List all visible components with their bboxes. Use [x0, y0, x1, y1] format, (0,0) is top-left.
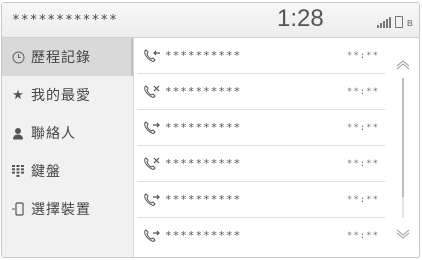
call-time: **:**	[346, 123, 379, 133]
call-row[interactable]: ********** **:**	[137, 38, 385, 74]
contact-name: **********	[165, 121, 242, 134]
outgoing-call-icon	[143, 228, 161, 244]
bluetooth-icon: ʙ	[406, 16, 413, 29]
clock: 1:28	[277, 5, 324, 32]
contact-name: **********	[165, 85, 242, 98]
sidebar-item-label: 鍵盤	[31, 164, 61, 180]
scrollbar-track[interactable]	[402, 78, 404, 218]
sidebar-item-label: 歷程記錄	[31, 50, 91, 66]
call-row[interactable]: ********** **:**	[137, 74, 385, 110]
status-icons: ʙ	[376, 14, 413, 29]
call-time: **:**	[346, 87, 379, 97]
call-row[interactable]: ********** **:**	[137, 182, 385, 218]
keypad-icon	[11, 164, 25, 178]
phone-device-icon	[11, 202, 25, 216]
call-history-list: ********** **:** ********** **:** ******…	[137, 38, 385, 257]
contact-name: **********	[165, 229, 242, 242]
call-row[interactable]: ********** **:**	[137, 146, 385, 182]
clock-icon	[11, 50, 25, 64]
scroll-column	[386, 38, 419, 257]
sidebar-item-label: 聯絡人	[31, 126, 76, 142]
person-icon	[11, 126, 25, 140]
sidebar-item-keypad[interactable]: 鍵盤	[2, 152, 133, 190]
contact-name: **********	[165, 157, 242, 170]
star-icon: ★	[12, 87, 24, 103]
contact-name: **********	[165, 193, 242, 206]
contact-name: **********	[165, 49, 242, 62]
call-time: **:**	[346, 195, 379, 205]
call-row[interactable]: ********** **:**	[137, 218, 385, 254]
call-time: **:**	[346, 159, 379, 169]
device-name: ************	[12, 13, 118, 28]
call-time: **:**	[346, 231, 379, 241]
sidebar-item-select-device[interactable]: 選擇裝置	[2, 190, 133, 228]
sidebar-item-label: 我的最愛	[31, 88, 91, 104]
chevron-up-icon	[396, 60, 410, 70]
scrollbar-thumb[interactable]	[402, 78, 404, 197]
call-row[interactable]: ********** **:**	[137, 110, 385, 146]
outgoing-call-icon	[143, 192, 161, 208]
scroll-up-button[interactable]	[394, 58, 412, 72]
phone-history-screen: ************ 1:28 ʙ 歷程記錄 ★ 我的最愛 聯絡人 鍵盤 選…	[0, 0, 422, 260]
call-time: **:**	[346, 51, 379, 61]
header-bar: ************ 1:28 ʙ	[2, 3, 419, 38]
sidebar-item-contacts[interactable]: 聯絡人	[2, 114, 133, 152]
chevron-down-icon	[396, 229, 410, 239]
missed-call-icon	[143, 84, 161, 100]
sidebar-item-history[interactable]: 歷程記錄	[2, 38, 133, 76]
signal-icon	[376, 17, 391, 28]
outgoing-call-icon	[143, 120, 161, 136]
sidebar: 歷程記錄 ★ 我的最愛 聯絡人 鍵盤 選擇裝置	[2, 38, 134, 257]
battery-icon	[394, 16, 403, 28]
incoming-call-icon	[143, 48, 161, 64]
scroll-down-button[interactable]	[394, 227, 412, 241]
sidebar-item-favorites[interactable]: ★ 我的最愛	[2, 76, 133, 114]
missed-call-icon	[143, 156, 161, 172]
sidebar-item-label: 選擇裝置	[31, 202, 91, 218]
